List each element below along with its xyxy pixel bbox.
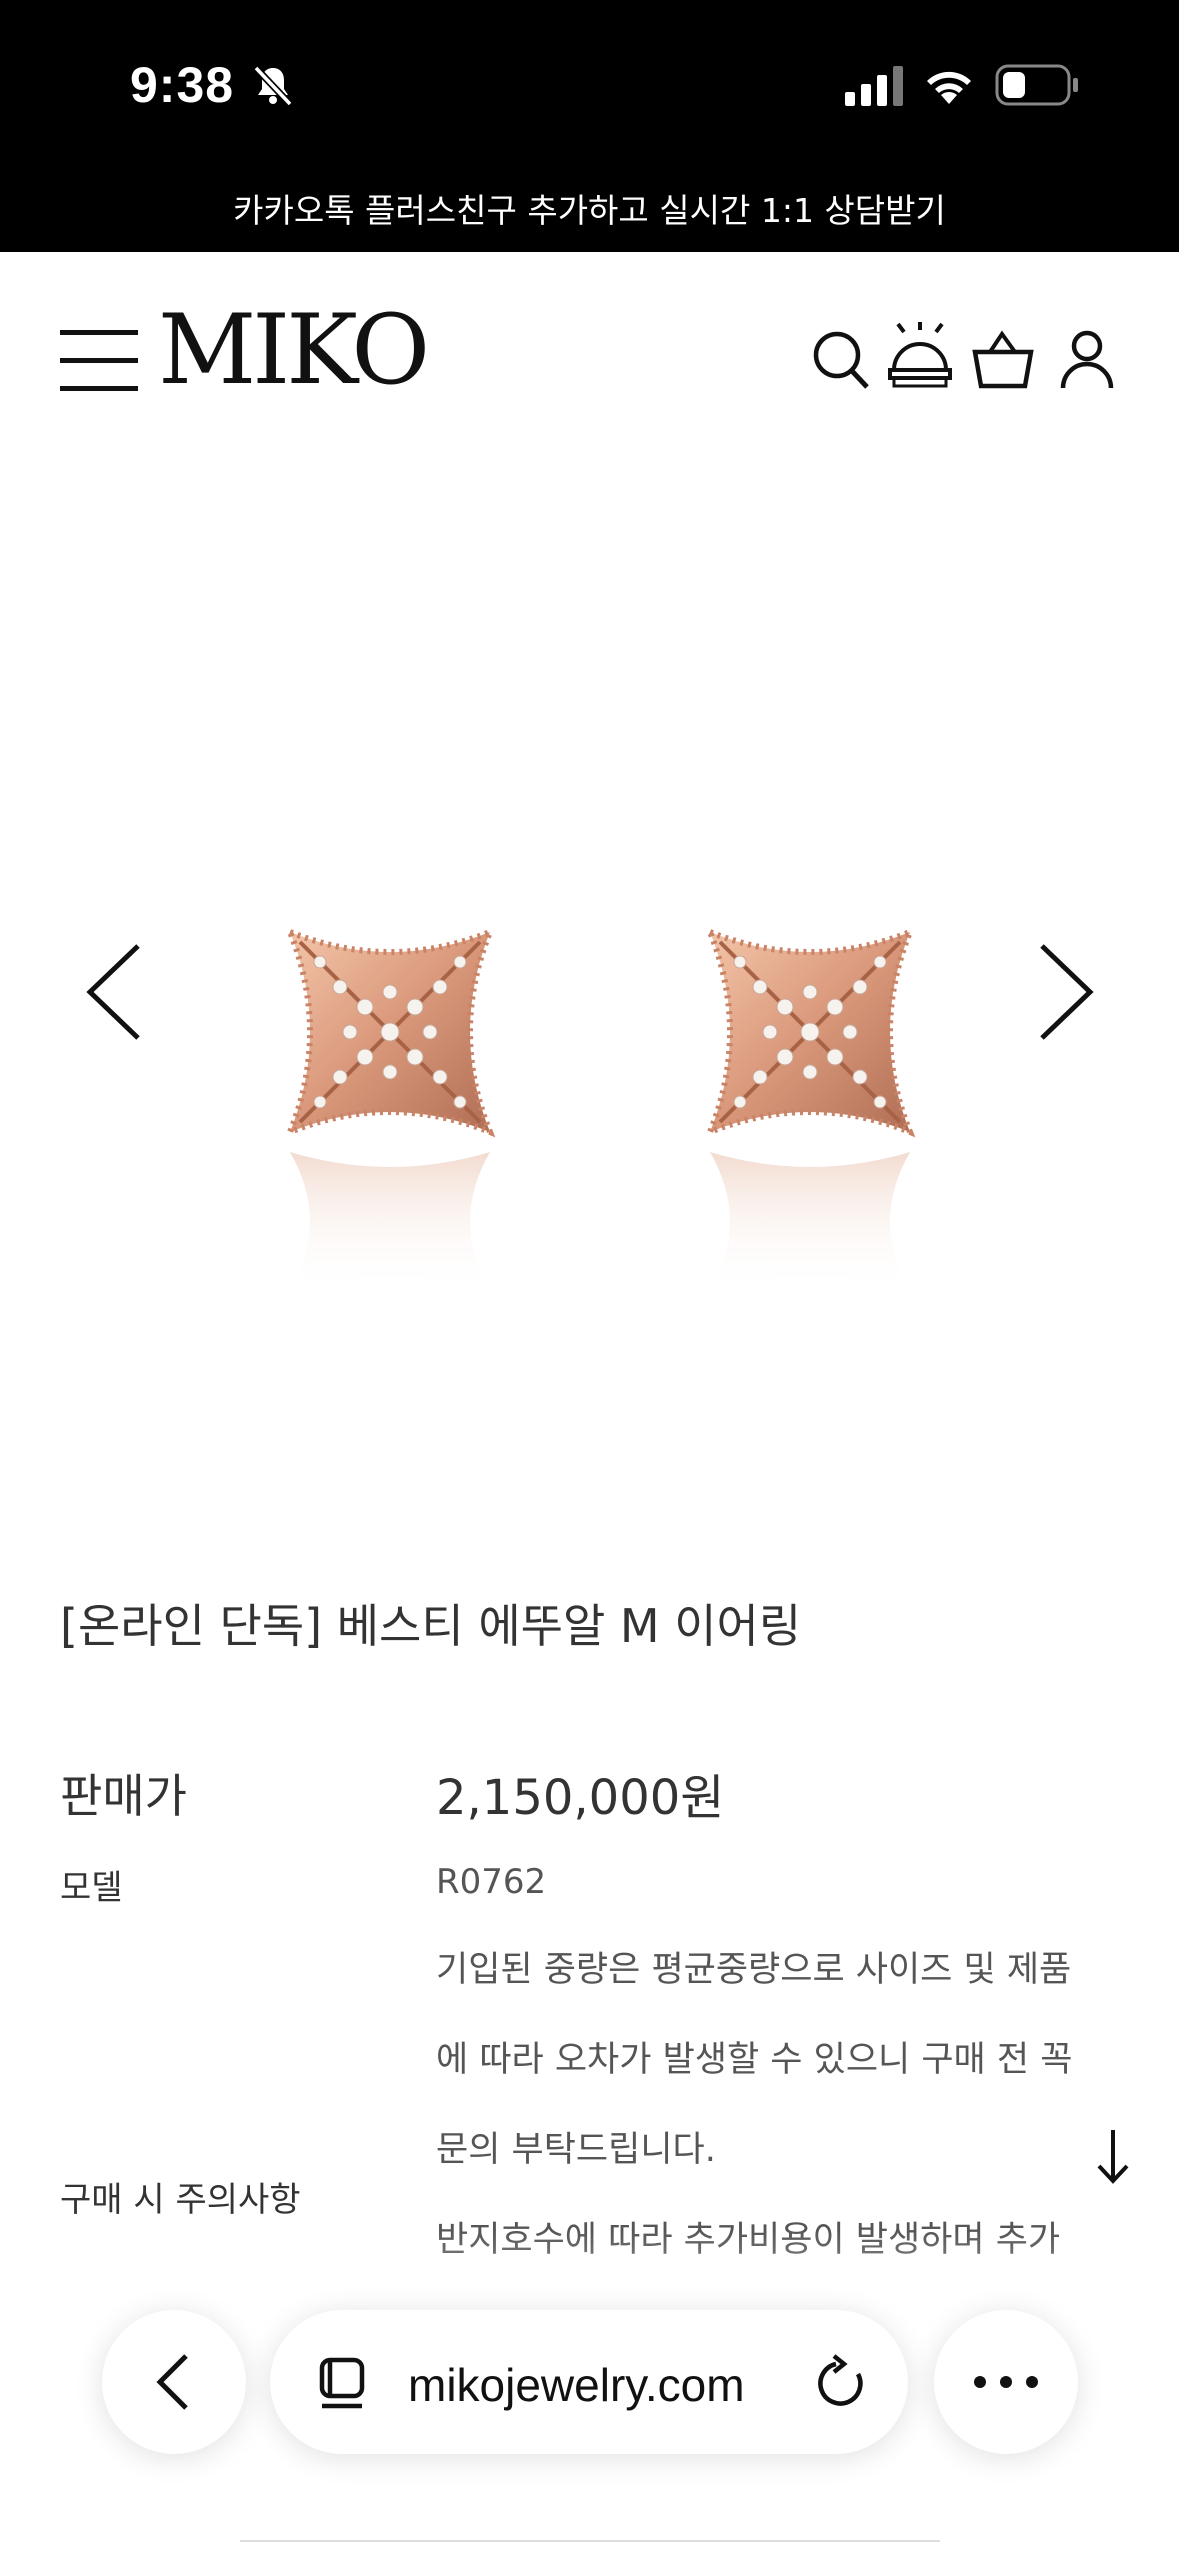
price-label: 판매가	[60, 1769, 187, 1823]
notice-line-2: 에 따라 오차가 발생할 수 있으니 구매 전 꼭	[436, 2040, 1073, 2080]
tab-overview-icon[interactable]	[318, 2356, 370, 2412]
next-image-arrow-icon[interactable]	[1034, 942, 1098, 1042]
status-time: 9:38	[130, 57, 235, 113]
more-dots-icon	[974, 2376, 1038, 2388]
price-value: 2,150,000원	[436, 1770, 725, 1826]
earring-image-left	[284, 926, 496, 1292]
product-title: [온라인 단독] 베스티 에뚜알 M 이어링	[60, 1599, 802, 1653]
notice-line-1: 기입된 중량은 평균중량으로 사이즈 및 제품	[436, 1950, 1072, 1990]
scroll-down-arrow-icon[interactable]	[1095, 2128, 1131, 2184]
battery-icon	[995, 64, 1078, 106]
shopping-basket-icon[interactable]	[972, 330, 1034, 390]
browser-more-button[interactable]	[934, 2310, 1078, 2454]
browser-address-bar[interactable]: mikojewelry.com	[270, 2310, 908, 2454]
notice-line-3: 문의 부탁드립니다.	[436, 2130, 716, 2170]
bottom-divider	[240, 2540, 940, 2542]
model-value: R0762	[436, 1862, 547, 1902]
purchase-notice-label: 구매 시 주의사항	[60, 2180, 301, 2220]
user-account-icon[interactable]	[1060, 330, 1114, 390]
product-image-gallery	[0, 472, 1179, 1512]
reload-icon[interactable]	[814, 2354, 870, 2412]
concierge-bell-icon[interactable]	[888, 322, 952, 388]
previous-image-arrow-icon[interactable]	[82, 942, 146, 1042]
earring-image-right	[704, 926, 916, 1292]
miko-logo[interactable]: MIKO	[158, 302, 430, 398]
cellular-signal-icon	[845, 66, 903, 106]
browser-back-button[interactable]	[102, 2310, 246, 2454]
url-text: mikojewelry.com	[408, 2359, 745, 2411]
model-label: 모델	[60, 1868, 123, 1908]
silent-bell-icon	[253, 65, 293, 107]
search-icon[interactable]	[812, 330, 870, 390]
wifi-icon	[927, 71, 971, 104]
chevron-left-icon	[156, 2354, 188, 2410]
kakao-promo-banner[interactable]: 카카오톡 플러스친구 추가하고 실시간 1:1 상담받기	[0, 170, 1179, 252]
hamburger-menu-icon[interactable]	[60, 326, 140, 396]
status-bar: 9:38	[0, 0, 1179, 170]
site-header: MIKO	[0, 252, 1179, 472]
